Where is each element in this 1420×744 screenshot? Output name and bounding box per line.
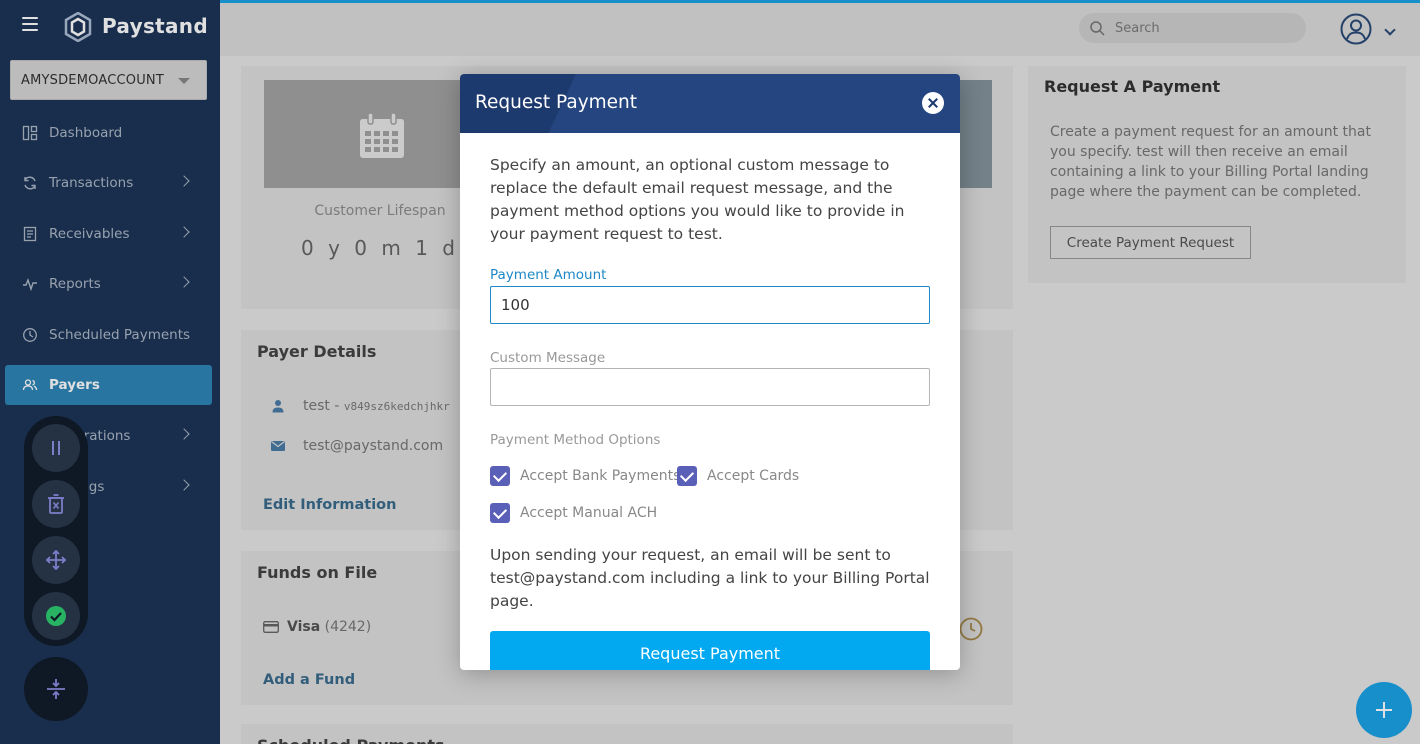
- accept-manual-ach-checkbox[interactable]: Accept Manual ACH: [490, 503, 660, 523]
- payment-amount-label: Payment Amount: [490, 267, 607, 283]
- checkbox-checked-icon: [490, 503, 510, 523]
- close-icon[interactable]: [922, 92, 944, 114]
- custom-message-label: Custom Message: [490, 350, 606, 366]
- request-payment-button[interactable]: Request Payment: [490, 631, 930, 670]
- checkbox-label: Accept Manual ACH: [520, 505, 658, 521]
- modal-header: Request Payment: [460, 74, 960, 133]
- checkbox-checked-icon: [677, 466, 697, 486]
- modal-title: Request Payment: [475, 92, 638, 113]
- payment-method-options-label: Payment Method Options: [490, 432, 661, 448]
- accept-bank-payments-checkbox[interactable]: Accept Bank Payments: [490, 466, 680, 486]
- payment-amount-input[interactable]: [490, 286, 930, 324]
- checkbox-label: Accept Cards: [707, 468, 800, 484]
- request-payment-modal: Request Payment Specify an amount, an op…: [460, 74, 960, 670]
- accept-cards-checkbox[interactable]: Accept Cards: [677, 466, 800, 486]
- custom-message-input[interactable]: [490, 368, 930, 406]
- modal-outro: Upon sending your request, an email will…: [490, 546, 930, 610]
- checkbox-label: Accept Bank Payments: [520, 468, 681, 484]
- modal-intro: Specify an amount, an optional custom me…: [490, 156, 905, 243]
- checkbox-checked-icon: [490, 466, 510, 486]
